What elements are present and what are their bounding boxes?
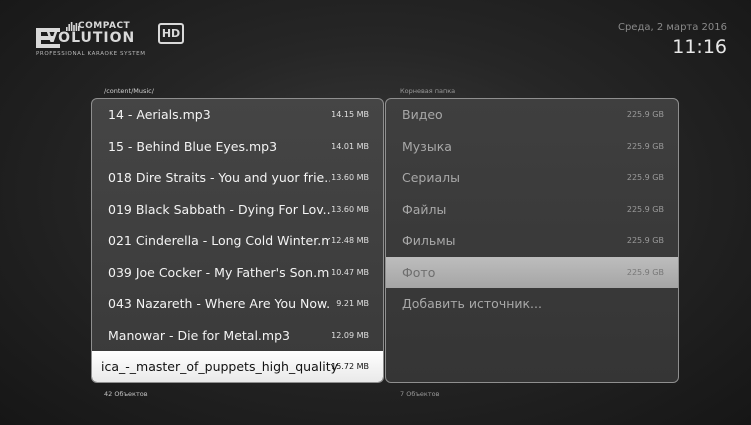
media-browser-screen: COMPACT EVOLUTION HD PROFESSIONAL KARAOK… — [0, 0, 751, 425]
file-list-item-size: 13.60 MB — [331, 204, 369, 214]
brand-logo: COMPACT EVOLUTION HD PROFESSIONAL KARAOK… — [36, 18, 184, 58]
right-panel-count: 7 Объектов — [400, 390, 440, 398]
file-list-item[interactable]: 018 Dire Straits - You and yuor frie... 1… — [92, 162, 383, 194]
file-list-item-size: 9.21 MB — [336, 299, 369, 308]
right-panel-path: Корневая папка — [400, 87, 456, 95]
file-list-item-name: 043 Nazareth - Where Are You Now.... — [108, 296, 330, 311]
file-list-item-size: 12.09 MB — [331, 330, 369, 340]
source-list-item-name: Фильмы — [402, 233, 456, 248]
source-list-item-size: 225.9 GB — [626, 236, 664, 245]
file-list-item-name: Manowar - Die for Metal.mp3 — [108, 327, 290, 343]
source-list-item-size: 225.9 GB — [626, 173, 664, 182]
file-list-item-size: 15.72 MB — [331, 361, 369, 371]
file-list-item-name: 14 - Aerials.mp3 — [108, 107, 211, 122]
file-list-item-size: 12.48 MB — [331, 236, 369, 245]
source-list-item-name: Видео — [402, 107, 443, 122]
source-list-item[interactable]: Фильмы 225.9 GB — [386, 225, 678, 257]
file-list-item[interactable]: 043 Nazareth - Where Are You Now.... 9.21… — [92, 288, 383, 320]
current-date: Среда, 2 марта 2016 — [617, 22, 727, 33]
source-list-item[interactable]: Фото 225.9 GB — [386, 256, 678, 288]
source-list-item-name: Сериалы — [402, 170, 460, 185]
source-list-item-name: Добавить источник... — [402, 296, 542, 311]
file-list-item-name: ica_-_master_of_puppets_high_quality — [101, 358, 338, 374]
file-list-item-name: 021 Cinderella - Long Cold Winter.mp3 — [108, 233, 330, 248]
source-list-item-name: Музыка — [402, 138, 452, 154]
file-list-item[interactable]: Manowar - Die for Metal.mp3 12.09 MB — [92, 320, 383, 352]
file-list-item-size: 14.15 MB — [331, 110, 369, 119]
source-list-panel[interactable]: Видео 225.9 GB Музыка 225.9 GB Сериалы 225.9 … — [385, 98, 679, 383]
source-list-item[interactable]: Видео 225.9 GB — [386, 99, 678, 131]
file-list-item-name: 018 Dire Straits - You and yuor frie... — [108, 170, 330, 185]
source-list-item-size: 225.9 GB — [626, 141, 664, 151]
logo-evolution-text: EVOLUTION — [46, 30, 136, 46]
left-panel-count: 42 Объектов — [104, 390, 148, 398]
file-list-item[interactable]: 14 - Aerials.mp3 14.15 MB — [92, 99, 383, 131]
source-list-item[interactable]: Добавить источник... — [386, 288, 678, 320]
file-list-item-name: 15 - Behind Blue Eyes.mp3 — [108, 138, 278, 154]
file-list-item[interactable]: 021 Cinderella - Long Cold Winter.mp3 12.… — [92, 225, 383, 257]
file-list-panel[interactable]: 14 - Aerials.mp3 14.15 MB 15 - Behind Blue… — [91, 98, 384, 383]
source-list-item-size: 225.9 GB — [626, 110, 664, 119]
source-list-item[interactable]: Музыка 225.9 GB — [386, 131, 678, 163]
source-list-item-name: Файлы — [402, 201, 447, 217]
source-list-item-name: Фото — [402, 264, 436, 280]
left-panel-path: /content/Music/ — [104, 87, 154, 95]
logo-tagline: PROFESSIONAL KARAOKE SYSTEM — [36, 51, 146, 57]
source-list-item-size: 225.9 GB — [626, 204, 664, 214]
file-list-item[interactable]: 15 - Behind Blue Eyes.mp3 14.01 MB — [92, 131, 383, 163]
source-list-item[interactable]: Файлы 225.9 GB — [386, 194, 678, 226]
source-list-item-size: 225.9 GB — [626, 267, 664, 277]
logo-hd-badge: HD — [158, 23, 184, 44]
file-list-item[interactable]: 019 Black Sabbath - Dying For Lov... 13.6… — [92, 194, 383, 226]
source-list-item[interactable]: Сериалы 225.9 GB — [386, 162, 678, 194]
file-list-item-name: 039 Joe Cocker - My Father's Son.mp3 — [108, 264, 330, 280]
file-list-item[interactable]: ica_-_master_of_puppets_high_quality 15.7… — [92, 350, 383, 382]
current-time: 11:16 — [672, 36, 727, 58]
file-list-item-size: 14.01 MB — [331, 141, 369, 151]
file-list-item-size: 10.47 MB — [331, 267, 369, 277]
file-list-item[interactable]: 039 Joe Cocker - My Father's Son.mp3 10.4… — [92, 257, 383, 289]
file-list-item-name: 019 Black Sabbath - Dying For Lov... — [108, 201, 330, 217]
file-list-item-size: 13.60 MB — [331, 173, 369, 182]
